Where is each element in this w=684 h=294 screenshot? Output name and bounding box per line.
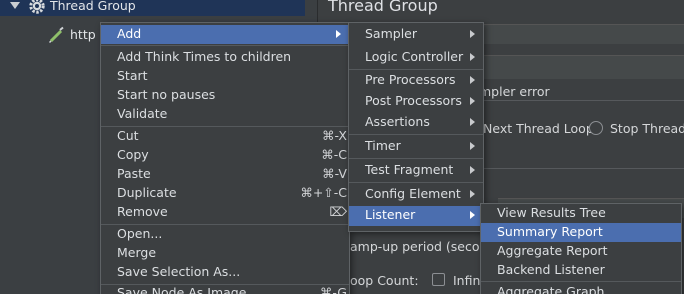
menu-separator xyxy=(349,134,483,135)
menu-item-label: Backend Listener xyxy=(497,262,605,277)
menu-item-post-processors[interactable]: Post Processors xyxy=(349,92,483,111)
submenu-arrow-icon xyxy=(470,76,475,84)
menu-item-label: Start no pauses xyxy=(117,87,216,102)
tree-node-label: Thread Group xyxy=(50,0,136,13)
menu-shortcut: ⌘-G xyxy=(319,285,347,294)
menu-item-label: Add xyxy=(117,26,142,41)
menu-item-label: Cut xyxy=(117,128,139,143)
pipette-icon xyxy=(48,26,64,44)
menu-item-label: Save Node As Image xyxy=(117,285,247,294)
submenu-arrow-icon xyxy=(470,166,475,174)
menu-item-summary-report[interactable]: Summary Report xyxy=(481,223,681,242)
menu-item-sampler[interactable]: Sampler xyxy=(349,25,483,44)
menu-item-label: Aggregate Report xyxy=(497,243,608,258)
menu-item-add[interactable]: Add xyxy=(101,25,349,44)
menu-item-merge[interactable]: Merge xyxy=(101,244,349,263)
submenu-arrow-icon xyxy=(470,118,475,126)
menu-item-label: Logic Controller xyxy=(365,49,464,64)
menu-item-config-element[interactable]: Config Element xyxy=(349,185,483,204)
menu-item-pre-processors[interactable]: Pre Processors xyxy=(349,71,483,90)
submenu-arrow-icon xyxy=(470,190,475,198)
menu-item-label: Open... xyxy=(117,226,163,241)
menu-item-label: Paste xyxy=(117,166,151,181)
menu-item-cut[interactable]: Cut ⌘-X xyxy=(101,127,349,146)
menu-item-label: Start xyxy=(117,68,148,83)
menu-item-label: Timer xyxy=(365,138,401,153)
tree-node-thread-group[interactable]: Thread Group xyxy=(0,0,305,16)
comments-field[interactable] xyxy=(484,55,684,79)
context-menu: Add Add Think Times to children Start St… xyxy=(100,22,350,294)
menu-item-duplicate[interactable]: Duplicate ⌘+⇧-C xyxy=(101,184,349,203)
menu-item-timer[interactable]: Timer xyxy=(349,137,483,156)
menu-item-label: Sampler xyxy=(365,26,418,41)
menu-item-label: Duplicate xyxy=(117,185,177,200)
menu-item-label: Add Think Times to children xyxy=(117,49,292,64)
menu-separator xyxy=(349,158,483,159)
next-thread-loop-label: Next Thread Loop xyxy=(483,121,594,136)
menu-item-view-results-tree[interactable]: View Results Tree xyxy=(481,204,681,223)
menu-item-save-selection-as[interactable]: Save Selection As... xyxy=(101,263,349,282)
menu-item-label: Post Processors xyxy=(365,93,462,108)
menu-item-remove[interactable]: Remove ⌦ xyxy=(101,203,349,222)
submenu-arrow-icon xyxy=(470,142,475,150)
menu-item-copy[interactable]: Copy ⌘-C xyxy=(101,146,349,165)
sampler-error-label: mpler error xyxy=(479,84,550,99)
menu-item-assertions[interactable]: Assertions xyxy=(349,113,483,132)
menu-item-label: Copy xyxy=(117,147,149,162)
menu-item-label: Config Element xyxy=(365,186,461,201)
expand-arrow-icon[interactable] xyxy=(10,2,20,9)
submenu-arrow-icon xyxy=(470,30,475,38)
menu-item-test-fragment[interactable]: Test Fragment xyxy=(349,161,483,180)
submenu-arrow-icon xyxy=(470,211,475,219)
menu-item-paste[interactable]: Paste ⌘-V xyxy=(101,165,349,184)
menu-item-aggregate-graph[interactable]: Aggregate Graph xyxy=(481,283,681,294)
menu-item-label: Assertions xyxy=(365,114,430,129)
menu-item-start[interactable]: Start xyxy=(101,67,349,86)
menu-shortcut: ⌘+⇧-C xyxy=(300,185,347,200)
submenu-arrow-icon xyxy=(336,30,341,38)
section-divider xyxy=(478,100,684,101)
menu-item-listener[interactable]: Listener xyxy=(349,206,483,226)
menu-shortcut: ⌘-X xyxy=(322,128,347,143)
gear-icon xyxy=(29,0,45,14)
menu-item-label: Remove xyxy=(117,204,168,219)
menu-shortcut: ⌘-C xyxy=(321,147,347,162)
loop-count-label: oop Count: xyxy=(350,273,419,288)
menu-item-label: Pre Processors xyxy=(365,72,456,87)
submenu-arrow-icon xyxy=(470,97,475,105)
menu-item-open[interactable]: Open... xyxy=(101,225,349,244)
menu-item-add-think-times[interactable]: Add Think Times to children xyxy=(101,48,349,67)
menu-item-label: Merge xyxy=(117,245,157,260)
menu-separator xyxy=(101,45,349,46)
panel-title: Thread Group xyxy=(328,0,438,15)
submenu-arrow-icon xyxy=(470,53,475,61)
menu-item-backend-listener[interactable]: Backend Listener xyxy=(481,261,681,280)
menu-item-start-no-pauses[interactable]: Start no pauses xyxy=(101,86,349,105)
menu-separator xyxy=(349,182,483,183)
section-divider xyxy=(478,168,684,169)
menu-item-label: Validate xyxy=(117,106,168,121)
stop-thread-label: Stop Thread xyxy=(610,121,684,136)
infinite-checkbox[interactable] xyxy=(432,273,445,286)
menu-item-aggregate-report[interactable]: Aggregate Report xyxy=(481,242,681,261)
menu-separator xyxy=(349,69,483,70)
menu-item-validate[interactable]: Validate xyxy=(101,105,349,124)
menu-item-logic-controller[interactable]: Logic Controller xyxy=(349,48,483,67)
menu-item-label: Aggregate Graph xyxy=(497,284,605,294)
menu-item-label: Save Selection As... xyxy=(117,264,241,279)
add-submenu: Sampler Logic Controller Pre Processors … xyxy=(348,22,484,232)
stop-thread-radio[interactable] xyxy=(589,121,603,135)
menu-item-label: Listener xyxy=(365,207,416,222)
menu-item-label: View Results Tree xyxy=(497,205,606,220)
menu-shortcut: ⌘-V xyxy=(322,166,347,181)
menu-separator xyxy=(481,281,681,282)
menu-item-save-node-as-image[interactable]: Save Node As Image ⌘-G xyxy=(101,284,349,294)
menu-item-label: Summary Report xyxy=(497,224,603,239)
listener-submenu: View Results Tree Summary Report Aggrega… xyxy=(480,203,682,294)
name-field[interactable] xyxy=(484,24,684,44)
menu-shortcut: ⌦ xyxy=(329,204,347,219)
menu-item-label: Test Fragment xyxy=(365,162,454,177)
